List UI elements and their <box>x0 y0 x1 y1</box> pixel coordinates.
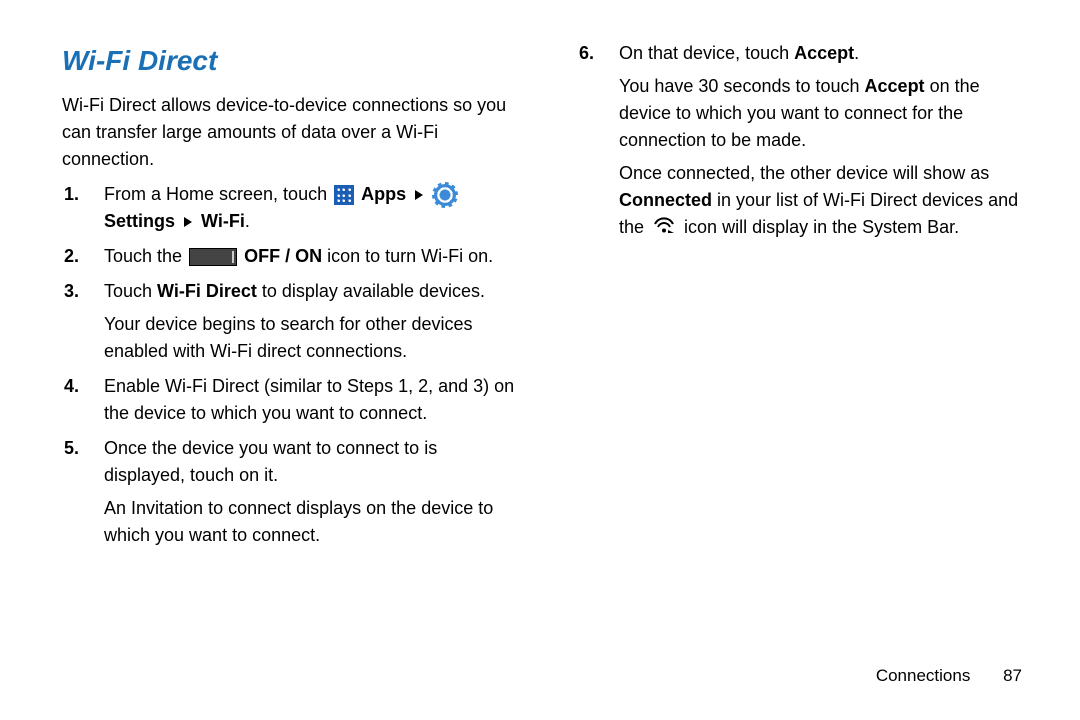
settings-label: Settings <box>104 211 175 231</box>
page-footer: Connections 87 <box>876 663 1022 689</box>
connected-label: Connected <box>619 190 712 210</box>
step-3: 3. Touch Wi-Fi Direct to display availab… <box>90 278 515 365</box>
step-6-d1: You have 30 seconds to touch <box>619 76 865 96</box>
step-5: 5. Once the device you want to connect t… <box>90 435 515 549</box>
accept-label: Accept <box>794 43 854 63</box>
step-number-3: 3. <box>64 278 79 305</box>
wifi-direct-icon <box>653 215 675 242</box>
step-3-text-a: Touch <box>104 281 157 301</box>
step-1-end: . <box>245 211 250 231</box>
toggle-off-icon <box>189 248 237 266</box>
step-2-text-a: Touch the <box>104 246 187 266</box>
intro-paragraph: Wi-Fi Direct allows device-to-device con… <box>62 92 515 173</box>
step-5-sub: An Invitation to connect displays on the… <box>104 495 515 549</box>
step-1: 1. From a Home screen, touch Apps Settin… <box>90 181 515 235</box>
step-1-text-a: From a Home screen, touch <box>104 184 332 204</box>
step-3-sub: Your device begins to search for other d… <box>104 311 515 365</box>
page-columns: Wi-Fi Direct Wi-Fi Direct allows device-… <box>50 40 1030 557</box>
step-6: 6. On that device, touch Accept. You hav… <box>605 40 1030 242</box>
wifi-direct-label: Wi-Fi Direct <box>157 281 257 301</box>
step-6-text-a: On that device, touch <box>619 43 794 63</box>
step-3-text-c: to display available devices. <box>257 281 485 301</box>
step-6-sub-e: Once connected, the other device will sh… <box>619 160 1030 242</box>
wifi-label: Wi-Fi <box>201 211 245 231</box>
arrow-icon <box>184 217 192 227</box>
left-column: Wi-Fi Direct Wi-Fi Direct allows device-… <box>50 40 515 557</box>
apps-label: Apps <box>361 184 406 204</box>
step-6-text-c: . <box>854 43 859 63</box>
step-number-6: 6. <box>579 40 594 67</box>
step-2-text-c: icon to turn Wi-Fi on. <box>327 246 493 266</box>
steps-list: 1. From a Home screen, touch Apps Settin… <box>50 181 515 549</box>
step-5-text-a: Once the device you want to connect to i… <box>104 438 437 485</box>
step-4: 4. Enable Wi-Fi Direct (similar to Steps… <box>90 373 515 427</box>
off-on-label: OFF / ON <box>244 246 322 266</box>
right-column: 6. On that device, touch Accept. You hav… <box>565 40 1030 557</box>
step-6-e1: Once connected, the other device will sh… <box>619 163 989 183</box>
step-6-e4: icon will display in the System Bar. <box>684 217 959 237</box>
step-4-text: Enable Wi-Fi Direct (similar to Steps 1,… <box>104 376 514 423</box>
apps-icon <box>334 185 354 205</box>
steps-list-right: 6. On that device, touch Accept. You hav… <box>565 40 1030 242</box>
arrow-icon <box>415 190 423 200</box>
step-number-5: 5. <box>64 435 79 462</box>
step-number-1: 1. <box>64 181 79 208</box>
step-number-4: 4. <box>64 373 79 400</box>
settings-icon <box>434 184 456 206</box>
step-number-2: 2. <box>64 243 79 270</box>
step-2: 2. Touch the OFF / ON icon to turn Wi-Fi… <box>90 243 515 270</box>
accept-label-2: Accept <box>865 76 925 96</box>
section-title: Wi-Fi Direct <box>62 40 515 82</box>
footer-section: Connections <box>876 663 971 689</box>
step-6-sub-d: You have 30 seconds to touch Accept on t… <box>619 73 1030 154</box>
footer-page-number: 87 <box>1003 666 1022 685</box>
